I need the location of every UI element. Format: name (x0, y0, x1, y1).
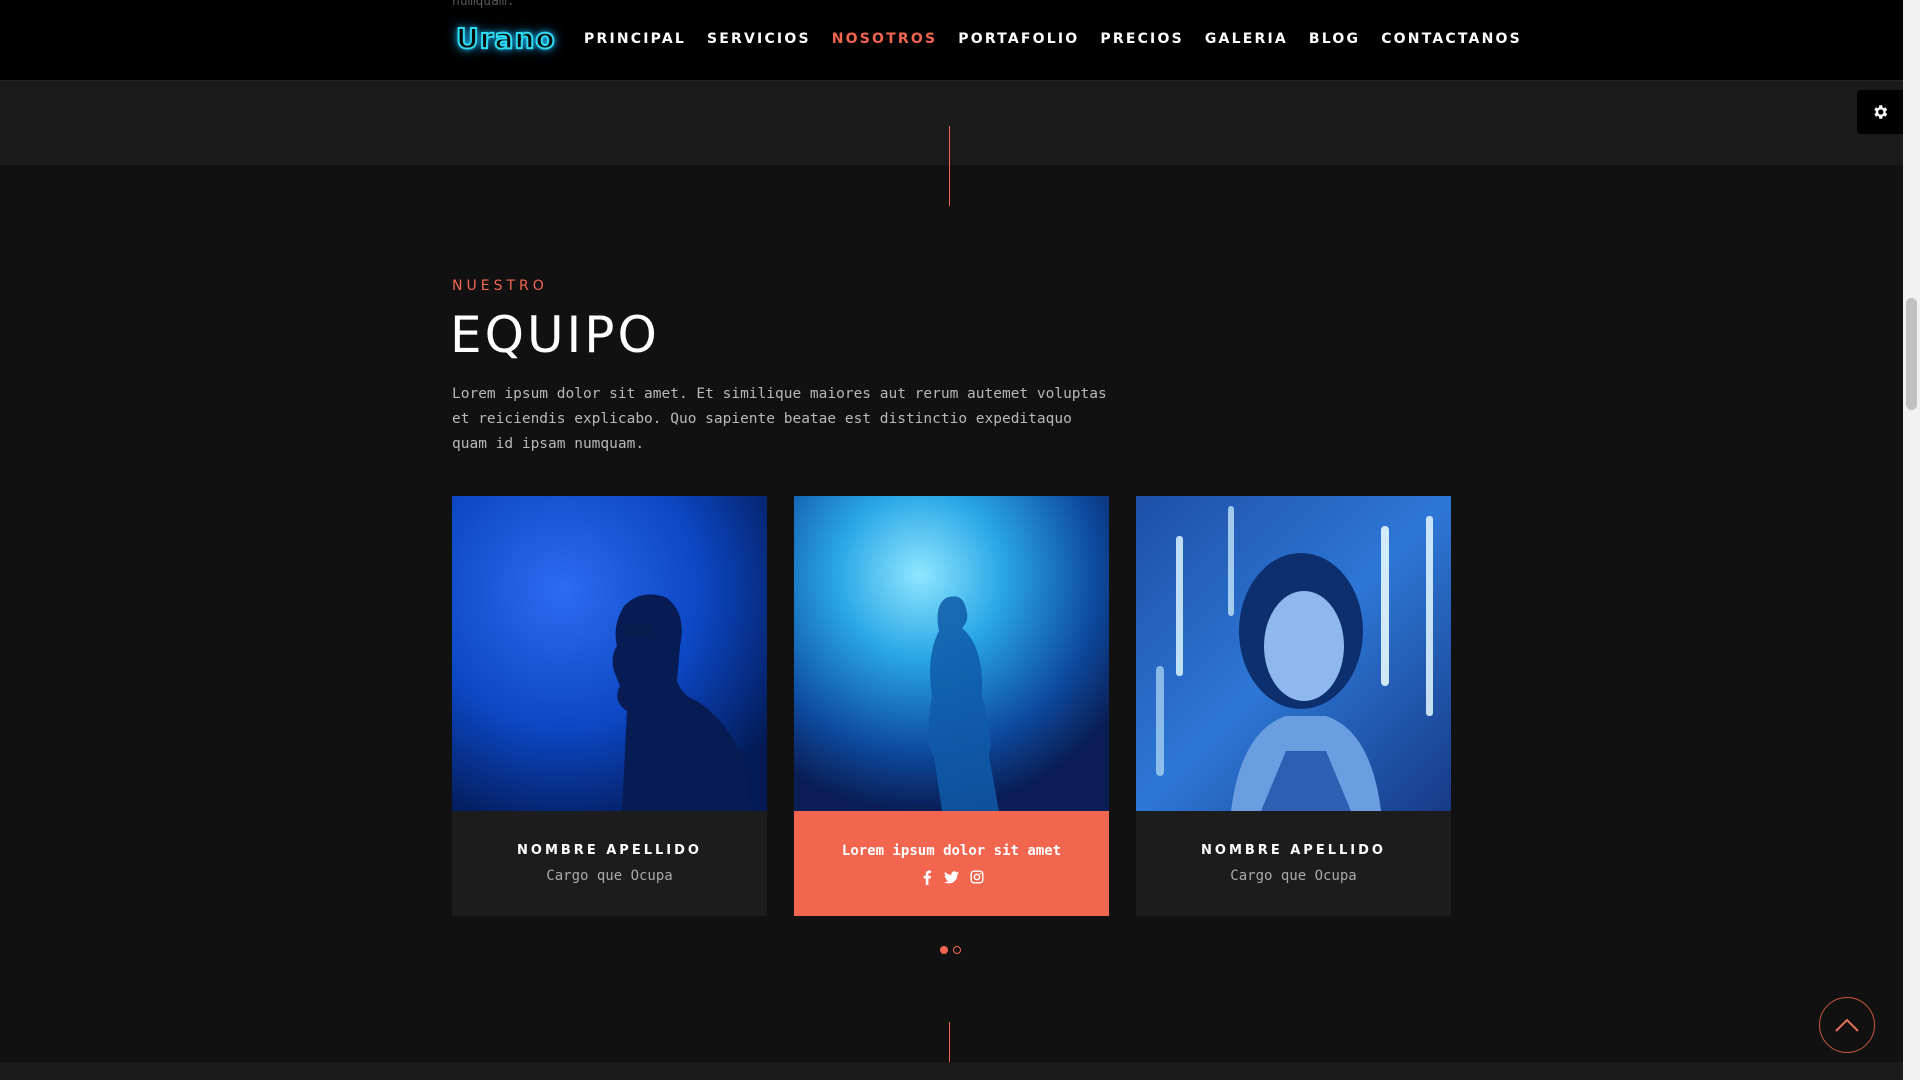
member-role: Cargo que Ocupa (1230, 868, 1357, 884)
scrollbar-thumb[interactable] (1906, 298, 1917, 410)
instagram-icon[interactable] (969, 869, 985, 885)
member-hover-text: Lorem ipsum dolor sit amet (841, 843, 1062, 859)
carousel-dot-2[interactable] (953, 946, 961, 954)
main-nav: PRINCIPAL SERVICIOS NOSOTROS PORTAFOLIO … (584, 31, 1543, 47)
top-navbar: numquam. Urano PRINCIPAL SERVICIOS NOSOT… (0, 0, 1903, 81)
back-to-top-button[interactable] (1819, 997, 1875, 1053)
team-card-caption: NOMBRE APELLIDO Cargo que Ocupa (1136, 811, 1451, 916)
team-member-photo (1136, 496, 1451, 811)
facebook-icon[interactable] (919, 869, 935, 885)
nav-precios[interactable]: PRECIOS (1100, 31, 1183, 47)
team-card-caption: Lorem ipsum dolor sit amet (794, 811, 1109, 916)
twitter-icon[interactable] (944, 869, 960, 885)
section-divider-line (949, 126, 950, 206)
nav-nosotros[interactable]: NOSOTROS (832, 31, 938, 47)
page: numquam. Urano PRINCIPAL SERVICIOS NOSOT… (0, 0, 1903, 1080)
next-section-band (0, 1062, 1903, 1080)
nav-servicios[interactable]: SERVICIOS (707, 31, 811, 47)
member-name: NOMBRE APELLIDO (1201, 843, 1386, 858)
settings-button[interactable] (1857, 90, 1903, 134)
team-member-photo (452, 496, 767, 811)
urano-logo[interactable]: Urano (455, 21, 556, 56)
team-member-photo (794, 496, 1109, 811)
section-eyebrow: NUESTRO (452, 278, 548, 294)
carousel-pagination (940, 946, 961, 954)
page-scrollbar[interactable] (1903, 0, 1920, 1080)
nav-galeria[interactable]: GALERIA (1205, 31, 1288, 47)
carousel-dot-1[interactable] (940, 946, 948, 954)
nav-portafolio[interactable]: PORTAFOLIO (958, 31, 1079, 47)
section-title: EQUIPO (450, 306, 660, 364)
nav-contactanos[interactable]: CONTACTANOS (1381, 31, 1522, 47)
team-card[interactable]: NOMBRE APELLIDO Cargo que Ocupa (452, 496, 767, 916)
team-card-caption: NOMBRE APELLIDO Cargo que Ocupa (452, 811, 767, 916)
chevron-up-icon (1835, 1018, 1859, 1032)
team-card[interactable]: Lorem ipsum dolor sit amet (794, 496, 1109, 916)
member-name: NOMBRE APELLIDO (517, 843, 702, 858)
nav-blog[interactable]: BLOG (1309, 31, 1360, 47)
section-description: Lorem ipsum dolor sit amet. Et similique… (452, 386, 1107, 452)
team-card[interactable]: NOMBRE APELLIDO Cargo que Ocupa (1136, 496, 1451, 916)
nav-principal[interactable]: PRINCIPAL (584, 31, 686, 47)
member-role: Cargo que Ocupa (546, 868, 673, 884)
clipped-previous-text: numquam. (452, 0, 515, 9)
gear-icon (1874, 105, 1888, 119)
social-links (794, 869, 1109, 885)
